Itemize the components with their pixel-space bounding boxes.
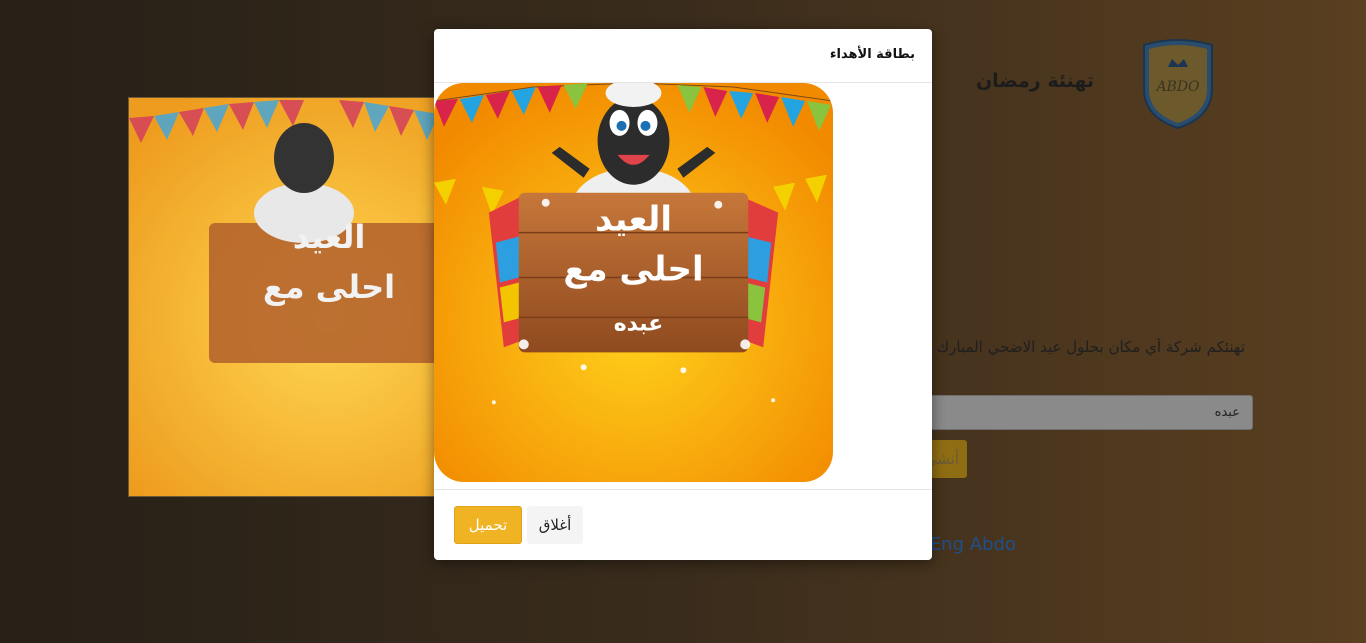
author-link[interactable]: Eng Abdo <box>930 534 1016 555</box>
greeting-card-art: العيد احلى مع عبده <box>434 83 833 482</box>
close-button[interactable]: أغلاق <box>527 506 583 544</box>
greeting-card-image: العيد احلى مع عبده <box>434 83 833 482</box>
modal-title: بطاقة الأهداء <box>829 47 915 62</box>
preview-card-line2: احلى مع <box>263 268 395 306</box>
card-line1: العيد <box>595 200 672 239</box>
modal-body: العيد احلى مع عبده <box>434 83 932 490</box>
greeting-text: تهنئكم شركة أي مكان بحلول عيد الاضحي الم… <box>936 338 1245 356</box>
modal-header: بطاقة الأهداء <box>434 29 932 83</box>
card-modal: بطاقة الأهداء العيد احلى مع عبده تحميل أ… <box>434 29 932 560</box>
modal-footer: تحميل أغلاق <box>434 490 932 560</box>
credit-line: / Eng Abdo <box>918 534 1016 555</box>
download-button[interactable]: تحميل <box>454 506 522 544</box>
brand-logo[interactable]: ABDO <box>1140 37 1216 130</box>
card-line2: احلى مع <box>563 250 703 290</box>
card-name: عبده <box>614 311 664 336</box>
name-input[interactable] <box>900 395 1253 430</box>
logo-text: ABDO <box>1154 79 1200 95</box>
site-title[interactable]: تهنئة رمضان <box>960 70 1110 92</box>
preview-card-line1: العيد <box>293 218 366 256</box>
